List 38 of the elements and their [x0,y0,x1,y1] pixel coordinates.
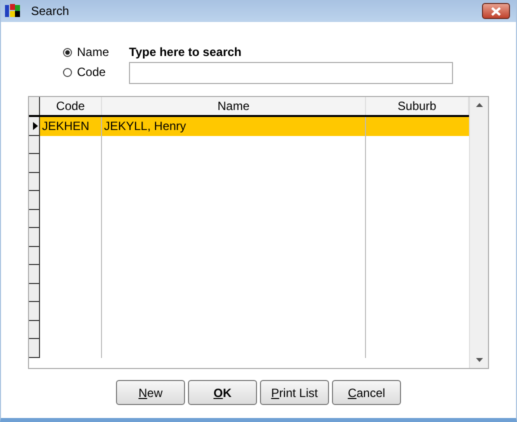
row-selector[interactable] [29,136,40,154]
row-selector[interactable] [29,284,40,302]
app-icon [5,4,21,18]
radio-button[interactable] [63,48,72,56]
column-header[interactable]: Name [102,97,366,115]
row-pointer-icon [33,122,38,130]
row-selector[interactable] [29,172,40,191]
row-selector[interactable] [29,210,40,228]
table-row[interactable]: JEKHEN JEKYLL, Henry [29,117,469,136]
row-selector[interactable] [29,302,40,320]
dialog-button[interactable]: Print List [260,380,329,405]
row-selector[interactable] [29,246,40,265]
row-selector[interactable] [29,117,40,136]
search-field[interactable] [129,62,454,84]
close-icon [490,6,502,16]
window-title: Search [31,4,70,18]
table-cell: JEKYLL, Henry [102,117,366,136]
row-selector[interactable] [29,320,40,339]
dialog-button[interactable]: OK [188,380,257,405]
column-header[interactable]: Code [40,97,102,115]
row-selector[interactable] [29,339,40,358]
scroll-down-icon [476,358,482,362]
radio-option[interactable]: Code [63,65,110,79]
radio-label: Name [77,45,110,59]
row-selector[interactable] [29,154,40,172]
row-selector[interactable] [29,228,40,246]
dialog-button[interactable]: New [116,380,185,405]
scrollbar[interactable] [469,97,488,368]
row-selector[interactable] [29,191,40,210]
scroll-up-icon [476,103,482,107]
close-button[interactable] [482,3,510,19]
radio-label: Code [77,65,106,79]
dialog-button[interactable]: Cancel [332,380,401,405]
table-cell: JEKHEN [40,117,102,136]
radio-button[interactable] [63,68,72,76]
row-selector[interactable] [29,265,40,284]
radio-option[interactable]: Name [63,45,110,59]
search-label: Type here to search [129,45,243,59]
